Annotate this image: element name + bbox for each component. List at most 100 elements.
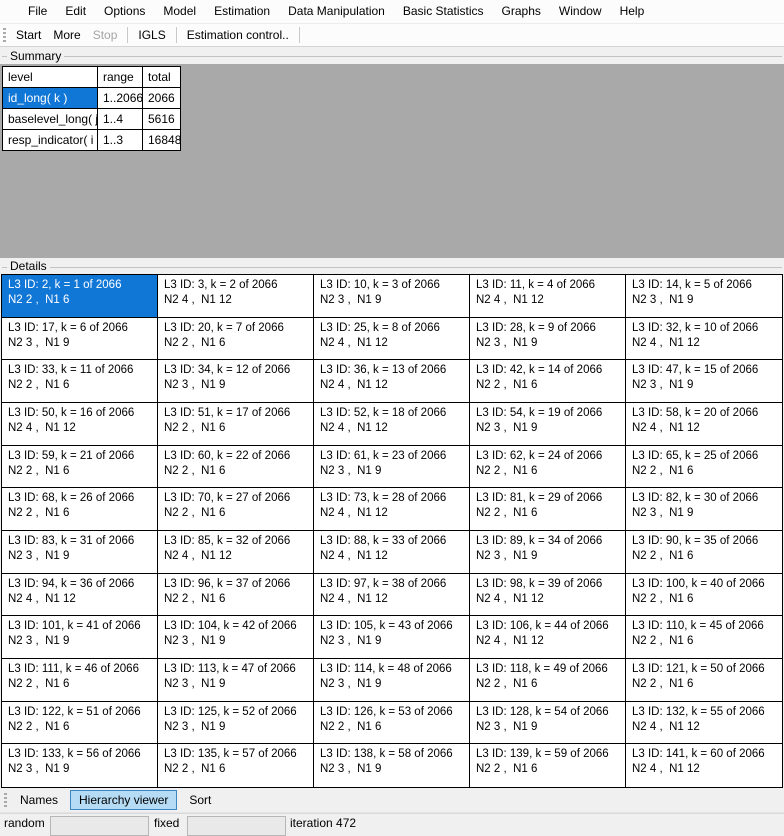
cell-id-line: L3 ID: 81, k = 29 of 2066 — [476, 491, 619, 506]
more-button[interactable]: More — [47, 25, 86, 46]
start-button[interactable]: Start — [10, 25, 47, 46]
hierarchy-cell[interactable]: L3 ID: 34, k = 12 of 2066N2 3 , N1 9 — [158, 360, 314, 403]
hierarchy-cell[interactable]: L3 ID: 83, k = 31 of 2066N2 3 , N1 9 — [2, 531, 158, 574]
hierarchy-cell[interactable]: L3 ID: 139, k = 59 of 2066N2 2 , N1 6 — [470, 744, 626, 787]
hierarchy-cell[interactable]: L3 ID: 138, k = 58 of 2066N2 3 , N1 9 — [314, 744, 470, 787]
menu-item-graphs[interactable]: Graphs — [493, 0, 550, 23]
summary-row-level[interactable]: resp_indicator( i ) — [3, 130, 98, 150]
cell-counts-line: N2 2 , N1 6 — [8, 293, 151, 308]
hierarchy-cell[interactable]: L3 ID: 133, k = 56 of 2066N2 3 , N1 9 — [2, 744, 158, 787]
summary-row-range[interactable]: 1..2066 — [98, 88, 143, 109]
hierarchy-cell[interactable]: L3 ID: 100, k = 40 of 2066N2 2 , N1 6 — [626, 574, 782, 617]
cell-counts-line: N2 2 , N1 6 — [632, 677, 776, 692]
menu-item-estimation[interactable]: Estimation — [205, 0, 279, 23]
hierarchy-cell[interactable]: L3 ID: 32, k = 10 of 2066N2 4 , N1 12 — [626, 318, 782, 361]
summary-row-total[interactable]: 5616 — [143, 109, 180, 130]
hierarchy-cell[interactable]: L3 ID: 121, k = 50 of 2066N2 2 , N1 6 — [626, 659, 782, 702]
hierarchy-cell[interactable]: L3 ID: 25, k = 8 of 2066N2 4 , N1 12 — [314, 318, 470, 361]
hierarchy-cell[interactable]: L3 ID: 126, k = 53 of 2066N2 2 , N1 6 — [314, 702, 470, 745]
cell-counts-line: N2 4 , N1 12 — [476, 293, 619, 308]
cell-id-line: L3 ID: 62, k = 24 of 2066 — [476, 449, 619, 464]
hierarchy-cell[interactable]: L3 ID: 70, k = 27 of 2066N2 2 , N1 6 — [158, 488, 314, 531]
hierarchy-cell[interactable]: L3 ID: 98, k = 39 of 2066N2 4 , N1 12 — [470, 574, 626, 617]
hierarchy-cell[interactable]: L3 ID: 68, k = 26 of 2066N2 2 , N1 6 — [2, 488, 158, 531]
igls-button[interactable]: IGLS — [132, 25, 171, 46]
hierarchy-cell[interactable]: L3 ID: 17, k = 6 of 2066N2 3 , N1 9 — [2, 318, 158, 361]
hierarchy-cell[interactable]: L3 ID: 28, k = 9 of 2066N2 3 , N1 9 — [470, 318, 626, 361]
hierarchy-cell[interactable]: L3 ID: 97, k = 38 of 2066N2 4 , N1 12 — [314, 574, 470, 617]
hierarchy-cell[interactable]: L3 ID: 90, k = 35 of 2066N2 2 , N1 6 — [626, 531, 782, 574]
hierarchy-cell[interactable]: L3 ID: 47, k = 15 of 2066N2 3 , N1 9 — [626, 360, 782, 403]
menu-item-data-manipulation[interactable]: Data Manipulation — [279, 0, 394, 23]
hierarchy-cell[interactable]: L3 ID: 2, k = 1 of 2066N2 2 , N1 6 — [2, 275, 158, 318]
hierarchy-cell[interactable]: L3 ID: 61, k = 23 of 2066N2 3 , N1 9 — [314, 446, 470, 489]
hierarchy-cell[interactable]: L3 ID: 14, k = 5 of 2066N2 3 , N1 9 — [626, 275, 782, 318]
hierarchy-cell[interactable]: L3 ID: 42, k = 14 of 2066N2 2 , N1 6 — [470, 360, 626, 403]
hierarchy-cell[interactable]: L3 ID: 135, k = 57 of 2066N2 2 , N1 6 — [158, 744, 314, 787]
hierarchy-cell[interactable]: L3 ID: 85, k = 32 of 2066N2 4 , N1 12 — [158, 531, 314, 574]
menu-item-edit[interactable]: Edit — [56, 0, 95, 23]
hierarchy-cell[interactable]: L3 ID: 114, k = 48 of 2066N2 3 , N1 9 — [314, 659, 470, 702]
hierarchy-cell[interactable]: L3 ID: 3, k = 2 of 2066N2 4 , N1 12 — [158, 275, 314, 318]
hierarchy-cell[interactable]: L3 ID: 50, k = 16 of 2066N2 4 , N1 12 — [2, 403, 158, 446]
hierarchy-cell[interactable]: L3 ID: 118, k = 49 of 2066N2 2 , N1 6 — [470, 659, 626, 702]
hierarchy-cell[interactable]: L3 ID: 106, k = 44 of 2066N2 4 , N1 12 — [470, 616, 626, 659]
hierarchy-cell[interactable]: L3 ID: 104, k = 42 of 2066N2 3 , N1 9 — [158, 616, 314, 659]
hierarchy-cell[interactable]: L3 ID: 59, k = 21 of 2066N2 2 , N1 6 — [2, 446, 158, 489]
hierarchy-cell[interactable]: L3 ID: 58, k = 20 of 2066N2 4 , N1 12 — [626, 403, 782, 446]
hierarchy-cell[interactable]: L3 ID: 105, k = 43 of 2066N2 3 , N1 9 — [314, 616, 470, 659]
tab-hierarchy-viewer[interactable]: Hierarchy viewer — [70, 790, 177, 810]
toolbar-grip[interactable] — [3, 28, 6, 42]
hierarchy-cell[interactable]: L3 ID: 60, k = 22 of 2066N2 2 , N1 6 — [158, 446, 314, 489]
hierarchy-cell[interactable]: L3 ID: 10, k = 3 of 2066N2 3 , N1 9 — [314, 275, 470, 318]
summary-row-level[interactable]: baselevel_long( j ) — [3, 109, 98, 130]
menu-item-window[interactable]: Window — [550, 0, 611, 23]
hierarchy-cell[interactable]: L3 ID: 81, k = 29 of 2066N2 2 , N1 6 — [470, 488, 626, 531]
hierarchy-cell[interactable]: L3 ID: 54, k = 19 of 2066N2 3 , N1 9 — [470, 403, 626, 446]
hierarchy-cell[interactable]: L3 ID: 36, k = 13 of 2066N2 4 , N1 12 — [314, 360, 470, 403]
hierarchy-cell[interactable]: L3 ID: 73, k = 28 of 2066N2 4 , N1 12 — [314, 488, 470, 531]
fixed-progress-label: fixed — [154, 816, 179, 830]
tab-sort[interactable]: Sort — [180, 790, 220, 810]
menu-item-model[interactable]: Model — [154, 0, 205, 23]
hierarchy-cell[interactable]: L3 ID: 65, k = 25 of 2066N2 2 , N1 6 — [626, 446, 782, 489]
summary-row-range[interactable]: 1..3 — [98, 130, 143, 150]
cell-id-line: L3 ID: 34, k = 12 of 2066 — [164, 363, 307, 378]
hierarchy-cell[interactable]: L3 ID: 89, k = 34 of 2066N2 3 , N1 9 — [470, 531, 626, 574]
hierarchy-cell[interactable]: L3 ID: 96, k = 37 of 2066N2 2 , N1 6 — [158, 574, 314, 617]
hierarchy-cell[interactable]: L3 ID: 128, k = 54 of 2066N2 3 , N1 9 — [470, 702, 626, 745]
hierarchy-cell[interactable]: L3 ID: 52, k = 18 of 2066N2 4 , N1 12 — [314, 403, 470, 446]
hierarchy-cell[interactable]: L3 ID: 132, k = 55 of 2066N2 4 , N1 12 — [626, 702, 782, 745]
cell-counts-line: N2 2 , N1 6 — [632, 634, 776, 649]
hierarchy-cell[interactable]: L3 ID: 125, k = 52 of 2066N2 3 , N1 9 — [158, 702, 314, 745]
tabbar-grip[interactable] — [4, 793, 7, 807]
hierarchy-cell[interactable]: L3 ID: 141, k = 60 of 2066N2 4 , N1 12 — [626, 744, 782, 787]
hierarchy-cell[interactable]: L3 ID: 51, k = 17 of 2066N2 2 , N1 6 — [158, 403, 314, 446]
menu-item-help[interactable]: Help — [611, 0, 654, 23]
tab-names[interactable]: Names — [11, 790, 67, 810]
menu-item-basic-statistics[interactable]: Basic Statistics — [394, 0, 493, 23]
summary-row-total[interactable]: 16848 — [143, 130, 180, 150]
hierarchy-cell[interactable]: L3 ID: 88, k = 33 of 2066N2 4 , N1 12 — [314, 531, 470, 574]
hierarchy-cell[interactable]: L3 ID: 110, k = 45 of 2066N2 2 , N1 6 — [626, 616, 782, 659]
cell-id-line: L3 ID: 25, k = 8 of 2066 — [320, 321, 463, 336]
hierarchy-cell[interactable]: L3 ID: 62, k = 24 of 2066N2 2 , N1 6 — [470, 446, 626, 489]
hierarchy-cell[interactable]: L3 ID: 113, k = 47 of 2066N2 3 , N1 9 — [158, 659, 314, 702]
hierarchy-cell[interactable]: L3 ID: 122, k = 51 of 2066N2 2 , N1 6 — [2, 702, 158, 745]
summary-row-level[interactable]: id_long( k ) — [3, 88, 98, 109]
hierarchy-cell[interactable]: L3 ID: 94, k = 36 of 2066N2 4 , N1 12 — [2, 574, 158, 617]
cell-counts-line: N2 2 , N1 6 — [164, 421, 307, 436]
hierarchy-cell[interactable]: L3 ID: 82, k = 30 of 2066N2 3 , N1 9 — [626, 488, 782, 531]
hierarchy-cell[interactable]: L3 ID: 33, k = 11 of 2066N2 2 , N1 6 — [2, 360, 158, 403]
hierarchy-cell[interactable]: L3 ID: 20, k = 7 of 2066N2 2 , N1 6 — [158, 318, 314, 361]
hierarchy-cell[interactable]: L3 ID: 101, k = 41 of 2066N2 3 , N1 9 — [2, 616, 158, 659]
hierarchy-cell[interactable]: L3 ID: 11, k = 4 of 2066N2 4 , N1 12 — [470, 275, 626, 318]
menu-item-options[interactable]: Options — [95, 0, 154, 23]
summary-row-range[interactable]: 1..4 — [98, 109, 143, 130]
cell-counts-line: N2 3 , N1 9 — [320, 464, 463, 479]
cell-counts-line: N2 4 , N1 12 — [164, 549, 307, 564]
summary-row-total[interactable]: 2066 — [143, 88, 180, 109]
hierarchy-cell[interactable]: L3 ID: 111, k = 46 of 2066N2 2 , N1 6 — [2, 659, 158, 702]
menu-item-file[interactable]: File — [19, 0, 56, 23]
estimation-control-button[interactable]: Estimation control.. — [181, 25, 295, 46]
